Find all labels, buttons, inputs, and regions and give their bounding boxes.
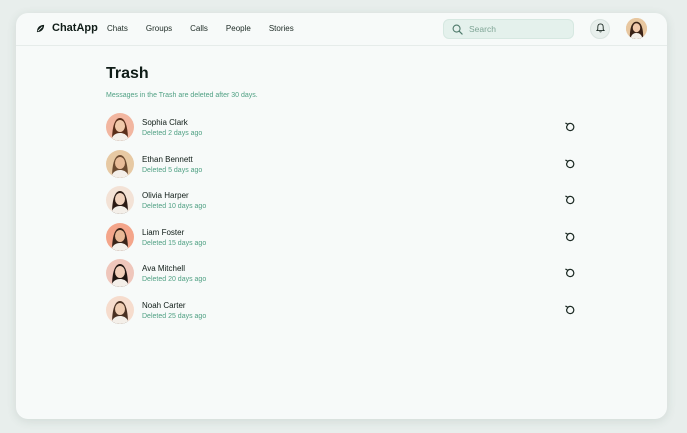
restore-button[interactable] bbox=[563, 230, 577, 244]
restore-icon bbox=[564, 194, 576, 206]
user-avatar[interactable] bbox=[626, 18, 647, 39]
contact-name: Ava Mitchell bbox=[142, 264, 185, 274]
contact-name: Olivia Harper bbox=[142, 191, 189, 201]
nav-item-people[interactable]: People bbox=[226, 24, 251, 33]
trash-item[interactable]: Ava Mitchell Deleted 20 days ago bbox=[106, 259, 586, 296]
search-box[interactable] bbox=[443, 19, 574, 39]
avatar bbox=[106, 259, 134, 288]
contact-name: Noah Carter bbox=[142, 300, 186, 310]
contact-name: Sophia Clark bbox=[142, 118, 188, 127]
restore-icon bbox=[564, 304, 576, 316]
app-name: ChatApp bbox=[52, 22, 98, 34]
nav-item-stories[interactable]: Stories bbox=[269, 24, 294, 33]
avatar bbox=[106, 222, 134, 251]
deleted-time: Deleted 2 days ago bbox=[142, 130, 203, 137]
deleted-time: Deleted 5 days ago bbox=[142, 166, 203, 174]
deleted-time: Deleted 20 days ago bbox=[142, 276, 207, 284]
restore-button[interactable] bbox=[563, 120, 577, 134]
leaf-logo-icon bbox=[36, 24, 45, 33]
app-window: ChatApp Chats Groups Calls People Storie… bbox=[16, 13, 667, 419]
search-input[interactable] bbox=[469, 24, 564, 34]
trash-item[interactable]: Olivia Harper Deleted 10 days ago bbox=[106, 186, 586, 223]
avatar bbox=[106, 186, 134, 215]
restore-button[interactable] bbox=[563, 303, 577, 317]
app-logo[interactable]: ChatApp bbox=[36, 22, 98, 34]
main-nav: Chats Groups Calls People Stories bbox=[107, 24, 312, 33]
notifications-button[interactable] bbox=[590, 19, 610, 39]
trash-item[interactable]: Liam Foster Deleted 15 days ago bbox=[106, 222, 586, 260]
contact-name: Ethan Bennett bbox=[142, 154, 193, 164]
nav-item-groups[interactable]: Groups bbox=[146, 24, 172, 33]
trash-item[interactable]: Sophia Clark Deleted 2 days ago bbox=[106, 113, 586, 150]
search-icon bbox=[452, 24, 463, 35]
restore-button[interactable] bbox=[563, 157, 577, 171]
page-title: Trash bbox=[106, 65, 149, 82]
avatar bbox=[106, 113, 134, 141]
nav-item-calls[interactable]: Calls bbox=[190, 24, 208, 33]
page-subtitle: Messages in the Trash are deleted after … bbox=[106, 92, 258, 99]
nav-item-chats[interactable]: Chats bbox=[107, 24, 128, 33]
avatar bbox=[106, 149, 134, 178]
trash-item[interactable]: Noah Carter Deleted 25 days ago bbox=[106, 295, 586, 333]
bell-icon bbox=[595, 20, 605, 38]
top-bar: ChatApp Chats Groups Calls People Storie… bbox=[16, 13, 667, 46]
restore-icon bbox=[564, 158, 576, 170]
contact-name: Liam Foster bbox=[142, 227, 185, 237]
restore-button[interactable] bbox=[563, 266, 577, 280]
restore-icon bbox=[564, 231, 576, 243]
restore-icon bbox=[564, 267, 576, 279]
deleted-time: Deleted 15 days ago bbox=[142, 239, 207, 247]
deleted-time: Deleted 25 days ago bbox=[142, 312, 207, 320]
avatar bbox=[106, 295, 134, 324]
restore-icon bbox=[564, 121, 576, 133]
trash-item[interactable]: Ethan Bennett Deleted 5 days ago bbox=[106, 149, 586, 187]
restore-button[interactable] bbox=[563, 193, 577, 207]
deleted-time: Deleted 10 days ago bbox=[142, 203, 207, 211]
trash-list: Sophia Clark Deleted 2 days ago Ethan Be… bbox=[106, 113, 586, 333]
